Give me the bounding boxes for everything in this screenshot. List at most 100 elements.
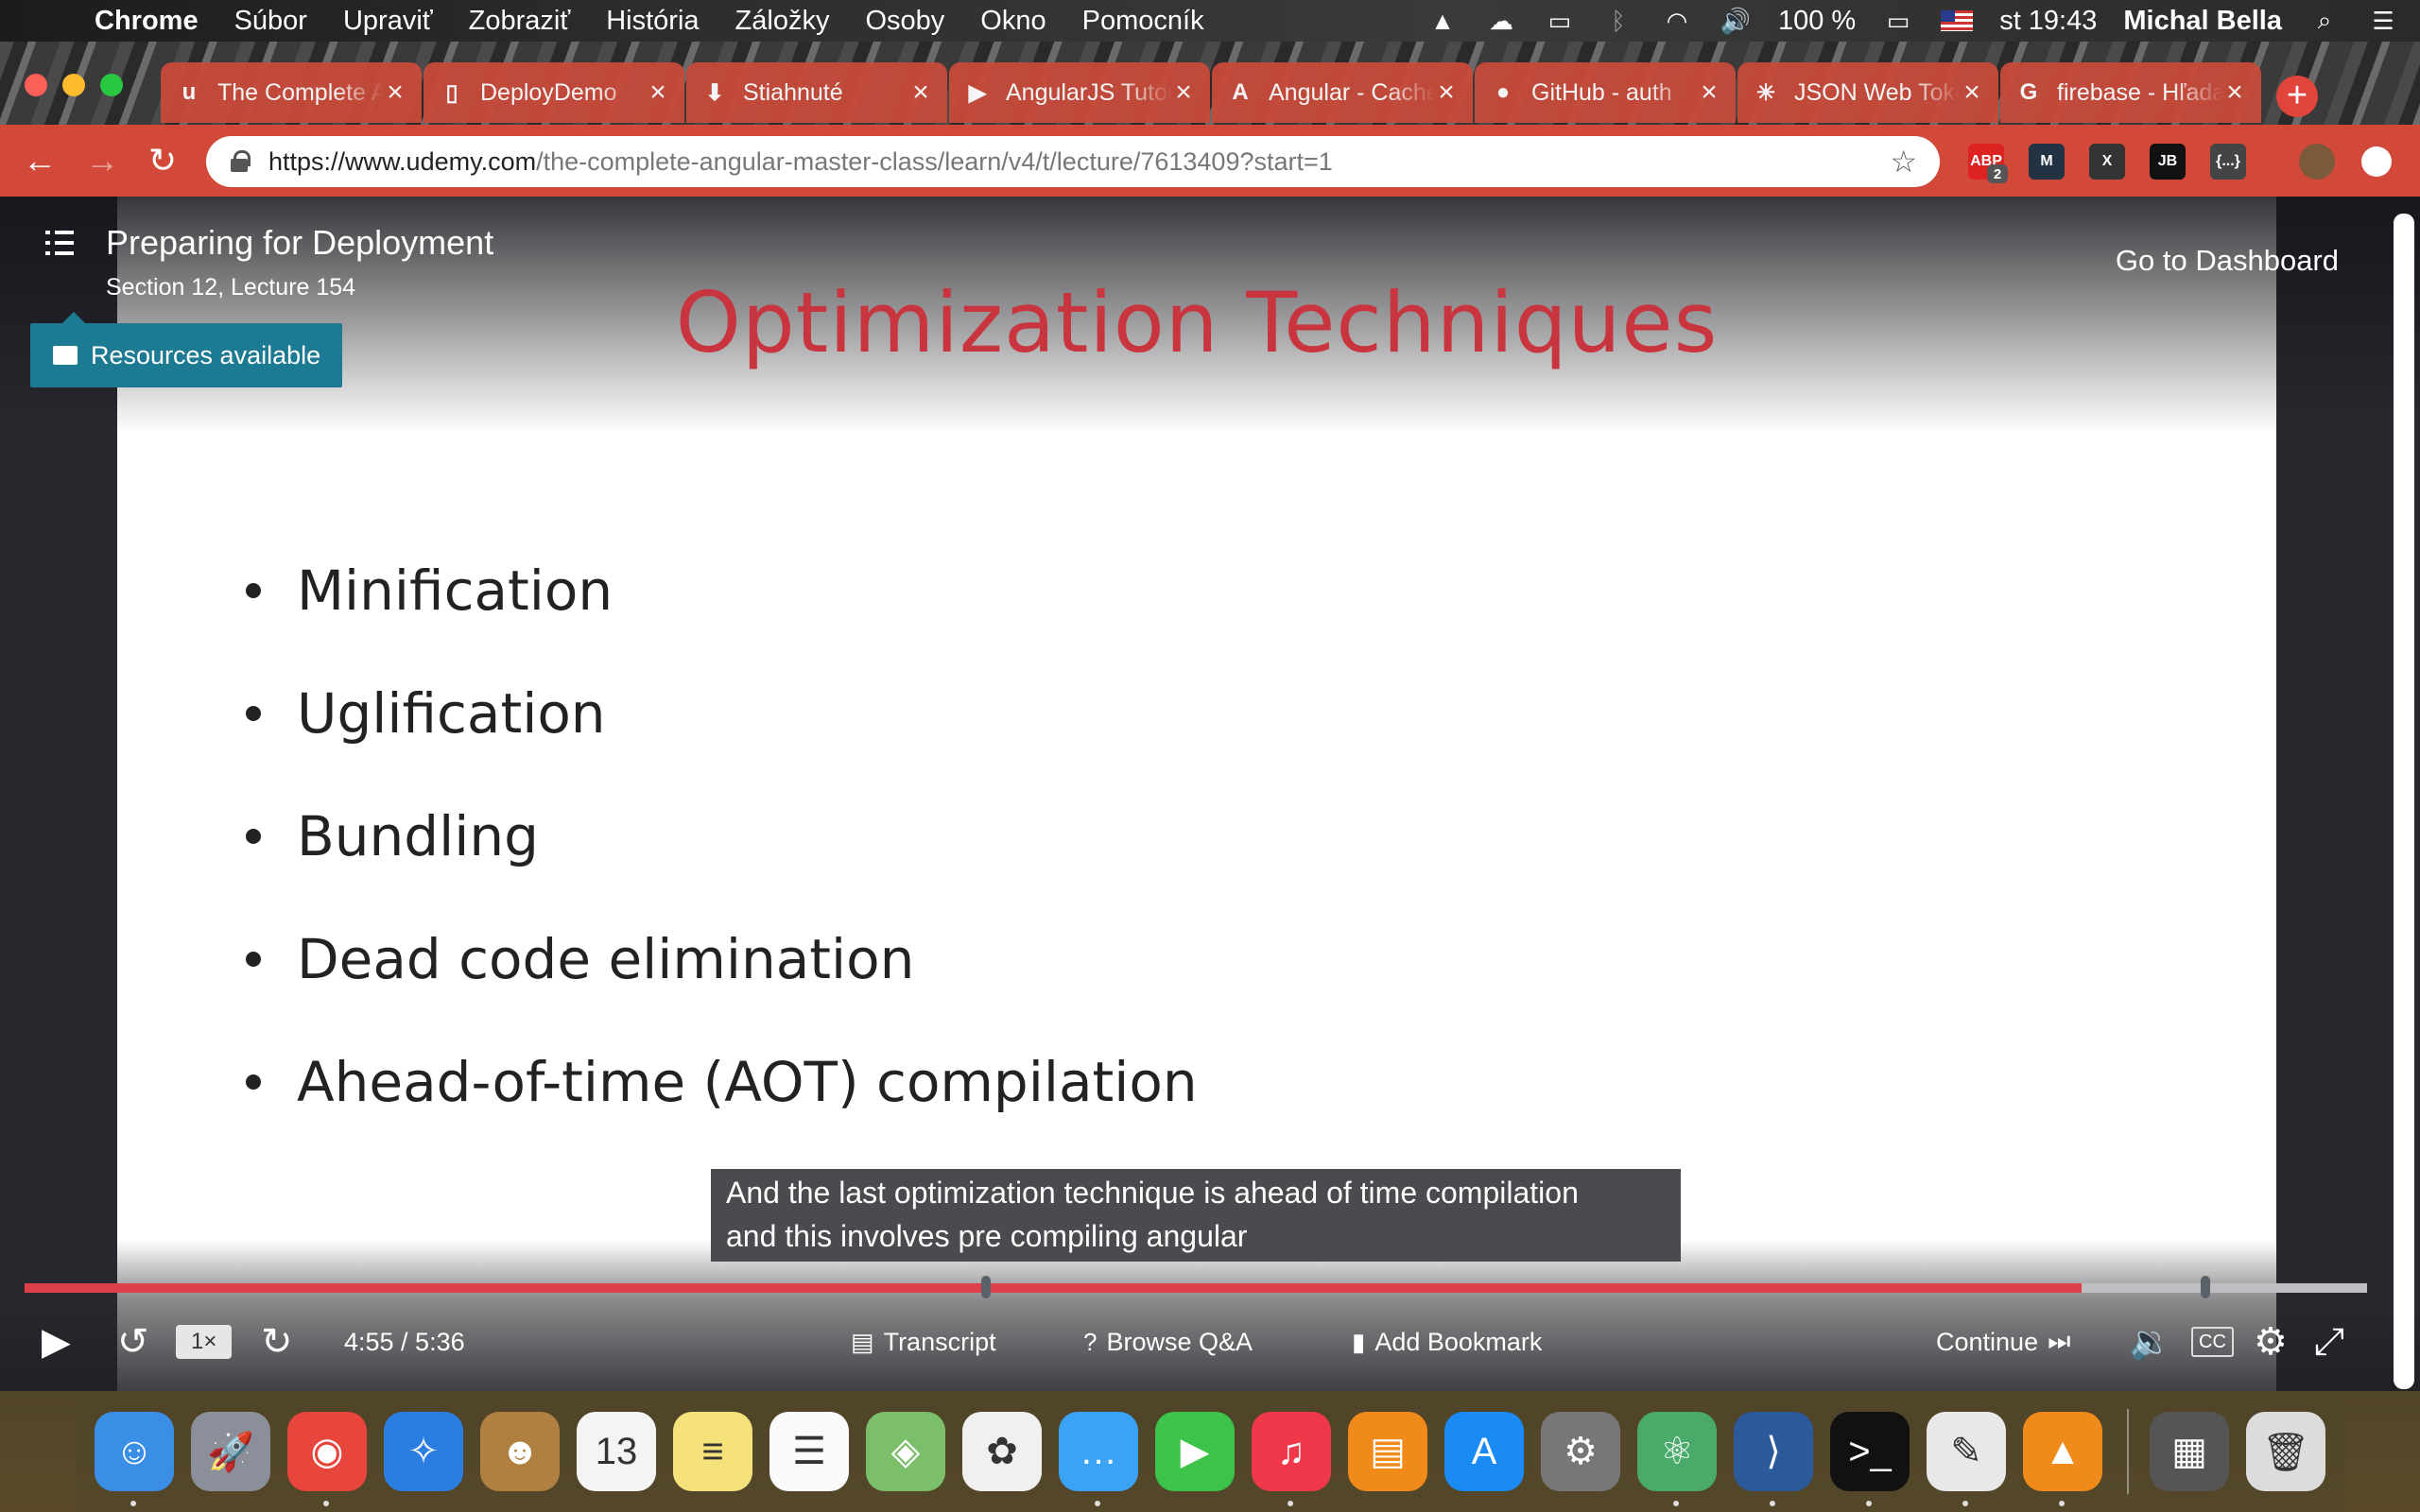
browse-qa-button[interactable]: ? Browse Q&A <box>1083 1314 1253 1370</box>
battery-icon[interactable]: ▭ <box>1882 7 1914 35</box>
github-icon: ● <box>1495 79 1511 105</box>
jetbrains-extension-icon[interactable]: JB <box>2150 144 2186 180</box>
close-tab-icon[interactable]: × <box>2223 77 2246 109</box>
close-tab-icon[interactable]: × <box>1172 77 1195 109</box>
lock-icon[interactable] <box>229 149 251 174</box>
resources-available-button[interactable]: Resources available <box>30 312 342 387</box>
json-extension-icon[interactable]: {...} <box>2210 144 2246 180</box>
messages-icon[interactable]: … <box>1059 1412 1138 1506</box>
close-window-button[interactable] <box>25 74 47 96</box>
calendar-icon[interactable]: 13 <box>577 1412 656 1491</box>
close-tab-icon[interactable]: × <box>1435 77 1458 109</box>
contacts-icon[interactable]: ☻ <box>480 1412 560 1491</box>
menubar-clock[interactable]: st 19:43 <box>1999 6 2097 37</box>
menu-file[interactable]: Súbor <box>234 6 307 37</box>
menu-app-name[interactable]: Chrome <box>95 6 199 37</box>
browser-tab[interactable]: u The Complete Angular Master Class× <box>161 62 422 123</box>
add-bookmark-button[interactable]: ▮ Add Bookmark <box>1352 1314 1542 1370</box>
browser-tab[interactable]: Gfirebase - Hľadať × <box>2000 62 2261 123</box>
downloads-stack-icon[interactable]: ▦ <box>2150 1412 2229 1491</box>
vlc-status-icon[interactable]: ▲ <box>1426 7 1459 35</box>
transcript-button[interactable]: ▤ Transcript <box>851 1314 996 1370</box>
play-button[interactable]: ▶ <box>42 1314 71 1370</box>
close-tab-icon[interactable]: × <box>1698 77 1720 109</box>
closed-captions-button[interactable]: CC <box>2191 1327 2234 1357</box>
curriculum-list-icon[interactable] <box>45 231 74 255</box>
fullscreen-icon[interactable]: ⤢ <box>2314 1314 2344 1370</box>
notification-center-icon[interactable]: ☰ <box>2367 7 2399 35</box>
browser-tab[interactable]: ▯ DeployDemo × <box>424 62 684 123</box>
airplay-icon[interactable]: ▭ <box>1544 7 1576 35</box>
dock-glyph: ♫ <box>1277 1430 1305 1472</box>
new-tab-button[interactable]: + <box>2276 76 2318 117</box>
go-to-dashboard-link[interactable]: Go to Dashboard <box>2116 244 2339 278</box>
ibooks-icon[interactable]: ▤ <box>1348 1412 1427 1491</box>
itunes-icon[interactable]: ♫ <box>1252 1412 1331 1506</box>
volume-icon[interactable]: 🔉 <box>2129 1314 2171 1370</box>
playback-speed-button[interactable]: 1× <box>176 1325 233 1359</box>
profile-avatar[interactable] <box>2299 144 2335 180</box>
menu-bookmarks[interactable]: Záložky <box>735 6 830 37</box>
minimize-window-button[interactable] <box>62 74 85 96</box>
photos-icon[interactable]: ✿ <box>962 1412 1042 1491</box>
bookmark-star-icon[interactable]: ☆ <box>1890 144 1917 180</box>
browser-tab[interactable]: ⬇ Stiahnuté × <box>686 62 947 123</box>
x-extension-icon[interactable]: X <box>2089 144 2125 180</box>
close-tab-icon[interactable]: × <box>1961 77 1983 109</box>
skip-forward-icon[interactable]: ↻ <box>261 1314 293 1370</box>
browser-tab[interactable]: ● GitHub - auth × <box>1475 62 1736 123</box>
menu-window[interactable]: Okno <box>980 6 1046 37</box>
menu-dot-icon[interactable] <box>2361 146 2392 177</box>
bookmark-marker[interactable] <box>981 1276 991 1298</box>
menu-help[interactable]: Pomocník <box>1082 6 1204 37</box>
close-tab-icon[interactable]: × <box>647 77 669 109</box>
maps-icon[interactable]: ◈ <box>866 1412 945 1491</box>
menu-history[interactable]: História <box>606 6 699 37</box>
wifi-icon[interactable]: ◠ <box>1661 7 1693 35</box>
vlc-icon[interactable]: ▲ <box>2023 1412 2102 1506</box>
battery-percent[interactable]: 100 % <box>1778 6 1856 37</box>
atom-icon[interactable]: ⚛ <box>1637 1412 1717 1506</box>
system-preferences-icon[interactable]: ⚙ <box>1541 1412 1620 1491</box>
browser-tab[interactable]: ✳ JSON Web Tokens× <box>1737 62 1998 123</box>
terminal-icon[interactable]: >_ <box>1830 1412 1910 1506</box>
reload-button[interactable]: ↻ <box>142 140 183 181</box>
spotlight-search-icon[interactable]: ⌕ <box>2308 6 2341 35</box>
reminders-icon[interactable]: ☰ <box>769 1412 849 1491</box>
app-store-icon[interactable]: A <box>1444 1412 1524 1491</box>
progress-bar[interactable] <box>25 1283 2367 1293</box>
back-button[interactable]: ← <box>19 140 60 181</box>
page-scrollbar[interactable] <box>2394 214 2414 1389</box>
continue-button[interactable]: Continue ⏭ <box>1936 1314 2070 1370</box>
forward-button[interactable]: → <box>81 140 123 181</box>
input-source-flag-icon[interactable] <box>1941 10 1974 31</box>
mailtrack-extension-icon[interactable]: M <box>2029 144 2065 180</box>
close-tab-icon[interactable]: × <box>384 77 406 109</box>
vscode-icon[interactable]: ⟩ <box>1734 1412 1813 1506</box>
bookmark-marker[interactable] <box>2201 1276 2210 1298</box>
launchpad-icon[interactable]: 🚀 <box>191 1412 270 1491</box>
menu-edit[interactable]: Upraviť <box>343 6 433 37</box>
facetime-icon[interactable]: ▶ <box>1155 1412 1235 1491</box>
dock-glyph: ☺ <box>114 1430 154 1472</box>
finder-icon[interactable]: ☺ <box>95 1412 174 1506</box>
browser-tab[interactable]: A Angular - Cache × <box>1212 62 1473 123</box>
menu-view[interactable]: Zobraziť <box>469 6 571 37</box>
bluetooth-icon[interactable]: ᛒ <box>1602 7 1634 35</box>
zoom-window-button[interactable] <box>100 74 123 96</box>
address-bar[interactable]: https://www.udemy.com /the-complete-angu… <box>206 136 1940 187</box>
rewind-icon[interactable]: ↺ <box>117 1314 149 1370</box>
chrome-icon[interactable]: ◉ <box>287 1412 367 1506</box>
safari-icon[interactable]: ✧ <box>384 1412 463 1491</box>
volume-icon[interactable]: 🔊 <box>1720 7 1752 35</box>
textedit-icon[interactable]: ✎ <box>1927 1412 2006 1506</box>
settings-gear-icon[interactable]: ⚙ <box>2254 1314 2288 1370</box>
close-tab-icon[interactable]: × <box>909 77 932 109</box>
notes-icon[interactable]: ≡ <box>673 1412 752 1491</box>
cloud-status-icon[interactable]: ☁ <box>1485 7 1517 35</box>
browser-tab[interactable]: ▶ AngularJS Tutorial× <box>949 62 1210 123</box>
user-name[interactable]: Michal Bella <box>2123 6 2282 37</box>
tab-title: DeployDemo <box>480 78 617 106</box>
menu-people[interactable]: Osoby <box>865 6 944 37</box>
trash-icon[interactable]: 🗑 <box>2246 1412 2325 1491</box>
